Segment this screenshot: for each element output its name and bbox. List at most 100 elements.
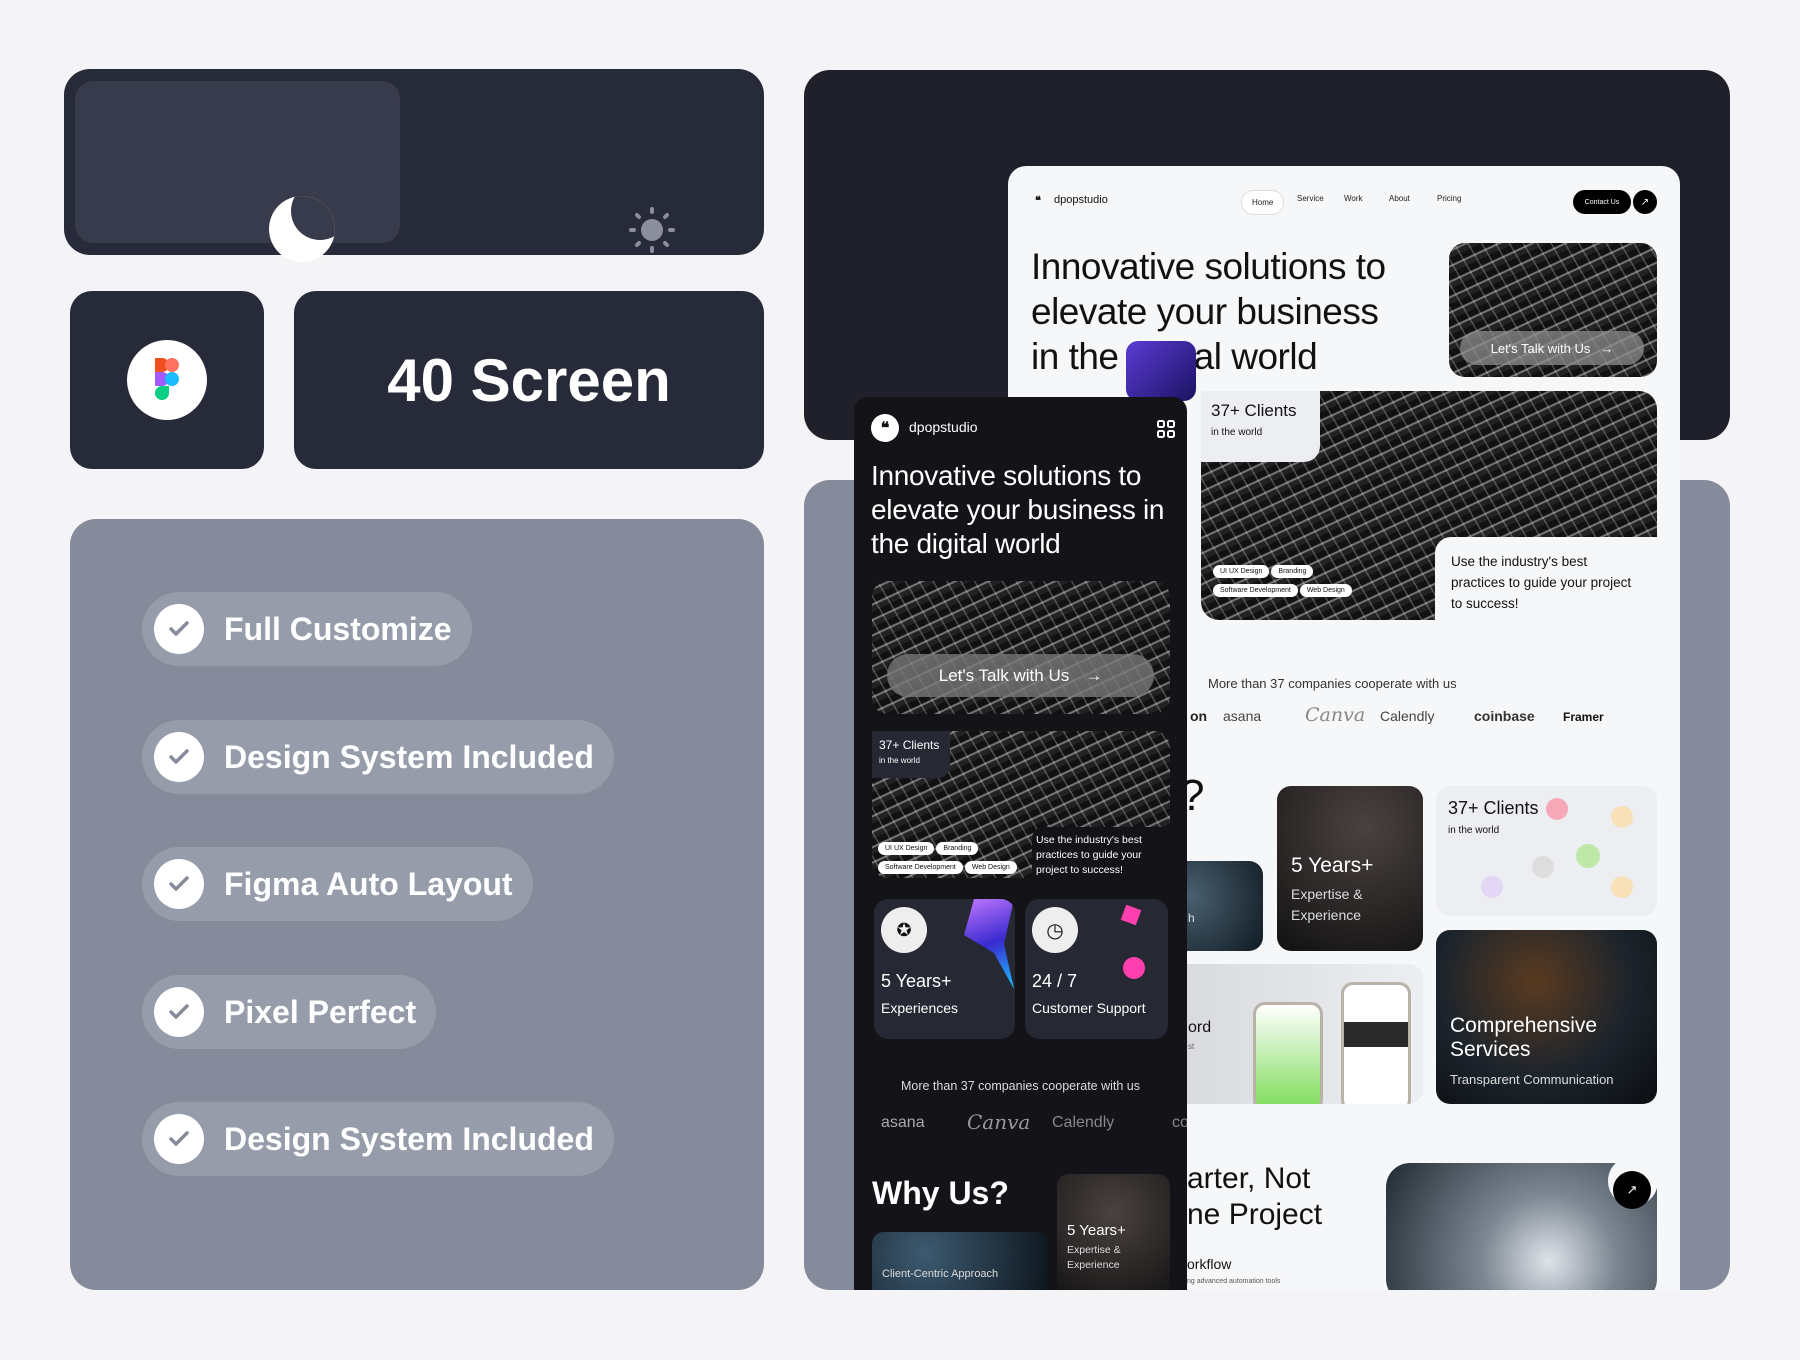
theme-toggle[interactable] [64, 69, 764, 262]
service-tags: UI UX Design Branding Software Development… [877, 837, 1037, 875]
years-title: 5 Years+ [1291, 854, 1374, 877]
logo-asana: asana [1223, 708, 1262, 724]
nav-work[interactable]: Work [1344, 194, 1363, 203]
arrow-up-right-icon[interactable]: ↗ [1633, 190, 1657, 214]
showcase-title: ord [1188, 1019, 1212, 1036]
feature-label: Design System Included [224, 1120, 594, 1157]
moon-icon [269, 196, 335, 262]
logo-calendly: Calendly [1380, 708, 1435, 724]
quote-logo-icon: ❝ [1035, 195, 1041, 207]
screen-count-card: 40 Screen [294, 291, 764, 469]
feature-pill: Full Customize [142, 592, 472, 666]
tag: Branding [936, 842, 979, 855]
dark-mode-option[interactable] [75, 81, 400, 243]
logo-canva: Canva [1305, 704, 1366, 726]
screen-count: 40 Screen [387, 346, 671, 414]
nav-service[interactable]: Service [1297, 194, 1324, 203]
avatar [1546, 798, 1568, 820]
sun-icon[interactable] [629, 207, 675, 253]
phone-mockup [1341, 982, 1411, 1104]
clients-card: 37+ Clients in the world [872, 731, 950, 778]
avatar [1576, 844, 1600, 868]
cube-3d-icon [1120, 904, 1142, 926]
feature-pill: Design System Included [142, 720, 614, 794]
clients-title: 37+ Clients [879, 738, 940, 752]
services-title: Comprehensive Services [1450, 1014, 1598, 1061]
approach-label: Client-Centric Approach [882, 1268, 999, 1280]
clients-world-card: 37+ Clients in the world [1436, 786, 1657, 916]
showcase-sub: st [1188, 1042, 1195, 1051]
tag: Software Development [1213, 584, 1298, 597]
app-showcase-card: ord st [1158, 964, 1423, 1104]
services-card: Comprehensive Services Transparent Commu… [1436, 930, 1657, 1104]
years-title: 5 Years+ [1067, 1222, 1126, 1239]
hero-image: Let's Talk with Us → [872, 581, 1170, 714]
stat-card-experience: ✪ 5 Years+ Experiences [874, 899, 1015, 1039]
figma-card [70, 291, 264, 469]
hero-headline: Innovative solutions to elevate your bus… [871, 460, 1165, 559]
tag: UI UX Design [1213, 565, 1270, 578]
cta-label: Let's Talk with Us [1490, 340, 1591, 356]
avatar [1532, 856, 1554, 878]
clients-sub: in the world [879, 756, 920, 765]
brand-name: dpopstudio [1054, 194, 1108, 206]
clients-card: 37+ Clients in the world [1201, 391, 1320, 462]
cta-label: Let's Talk with Us [938, 665, 1070, 685]
feature-label: Figma Auto Layout [224, 865, 513, 902]
mobile-preview: ❝ dpopstudio Innovative solutions to ele… [854, 397, 1187, 1290]
logo-framer: Framer [1563, 710, 1604, 724]
companies-text: More than 37 companies cooperate with us [900, 1079, 1141, 1093]
practices-text: Use the industry's best practices to gui… [1435, 537, 1657, 620]
stat-card-support: ◷ 24 / 7 Customer Support [1025, 899, 1168, 1039]
stat-label: Customer Support [1032, 1000, 1146, 1016]
logo-partial: on [1190, 708, 1208, 724]
years-card: 5 Years+ Expertise & Experience [1277, 786, 1423, 951]
features-panel: Full Customize Design System Included Fi… [70, 519, 764, 1290]
feature-label: Design System Included [224, 738, 594, 775]
why-us-heading: Why Us? [872, 1175, 1009, 1211]
nav-home[interactable]: Home [1241, 190, 1285, 215]
arrow-right-icon: → [1600, 340, 1614, 356]
practices-text: Use the industry's best practices to gui… [1032, 827, 1170, 878]
years-sub: Expertise & Experience [1067, 1244, 1121, 1271]
nav-about[interactable]: About [1389, 194, 1410, 203]
services-sub: Transparent Communication [1450, 1072, 1614, 1087]
feature-pill: Pixel Perfect [142, 975, 437, 1049]
grid-menu-icon[interactable] [1157, 420, 1175, 438]
check-icon [154, 732, 204, 782]
tag: UI UX Design [878, 842, 935, 855]
avatar [1611, 876, 1633, 898]
lightning-3d-icon [964, 899, 1014, 989]
lets-talk-button[interactable]: Let's Talk with Us → [1460, 331, 1644, 365]
hero-headline: Innovative solutions to elevate your bus… [1031, 246, 1386, 377]
feature-label: Full Customize [224, 610, 452, 647]
lets-talk-button[interactable]: Let's Talk with Us → [887, 654, 1154, 697]
approach-card: Client-Centric Approach [872, 1232, 1048, 1290]
contact-button[interactable]: Contact Us [1573, 190, 1631, 214]
arrow-right-icon: → [1085, 665, 1103, 685]
arrow-up-right-icon[interactable]: ↗ [1613, 1171, 1651, 1209]
sphere-3d-icon [1123, 957, 1145, 979]
check-icon [154, 1114, 204, 1164]
logo-coinbase: coinbase [1474, 708, 1535, 724]
clock-icon: ◷ [1032, 907, 1078, 953]
quote-logo-icon: ❝ [871, 414, 899, 442]
stat-value: 24 / 7 [1032, 971, 1078, 991]
check-icon [154, 604, 204, 654]
nav-pricing[interactable]: Pricing [1437, 194, 1461, 203]
service-tags: UI UX Design Branding Software Development… [1212, 560, 1377, 598]
section-heading: arter, Not ne Project [1187, 1162, 1323, 1231]
hero-image: Let's Talk with Us → [1449, 243, 1657, 377]
check-icon [154, 987, 204, 1037]
check-icon [154, 859, 204, 909]
logo-asana: asana [881, 1114, 925, 1131]
feature-label: Pixel Perfect [224, 993, 417, 1030]
feature-pill: Design System Included [142, 1102, 614, 1176]
avatar [1611, 806, 1633, 828]
logo-partial: co [1172, 1114, 1187, 1131]
workflow-title: orkflow [1187, 1256, 1232, 1272]
tag: Web Design [964, 861, 1017, 874]
clients-title: 37+ Clients [1211, 401, 1297, 420]
logo-canva: Canva [967, 1110, 1031, 1134]
feature-pill: Figma Auto Layout [142, 847, 533, 921]
